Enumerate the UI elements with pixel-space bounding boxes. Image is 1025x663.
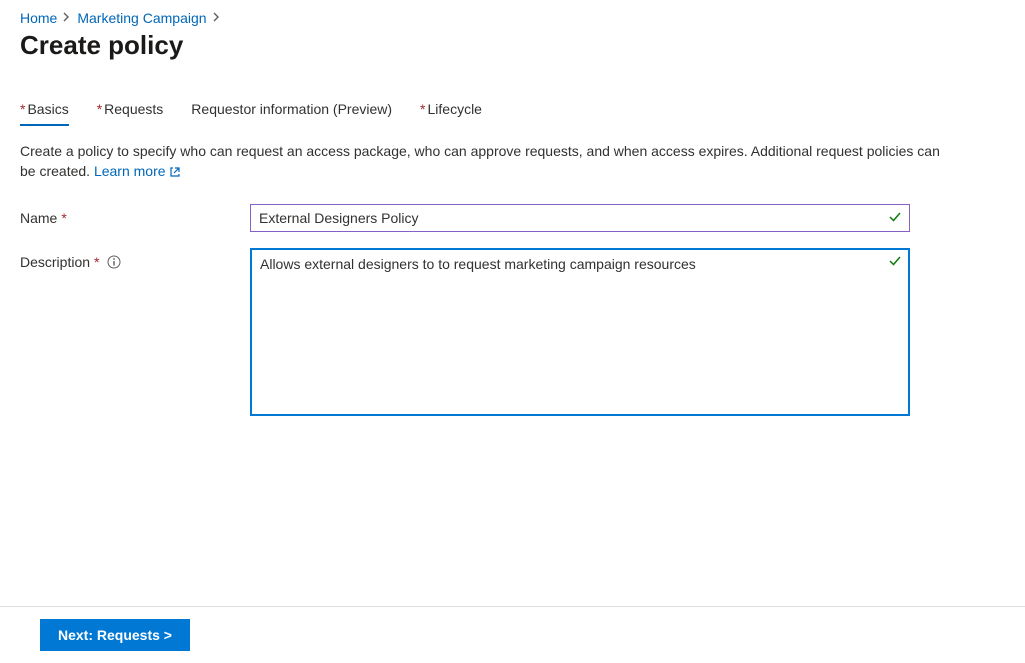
footer-bar: Next: Requests > — [0, 606, 1025, 663]
info-icon[interactable] — [107, 255, 121, 269]
tab-label: Requests — [104, 101, 163, 117]
chevron-right-icon — [213, 11, 221, 25]
tab-label: Lifecycle — [428, 101, 482, 117]
name-label: Name * — [20, 204, 250, 226]
tab-label: Basics — [27, 101, 68, 117]
learn-more-link[interactable]: Learn more — [94, 163, 181, 179]
breadcrumb-marketing-campaign[interactable]: Marketing Campaign — [77, 10, 206, 26]
form-row-description: Description * — [20, 248, 1005, 419]
required-star: * — [20, 101, 25, 117]
tab-label: Requestor information (Preview) — [191, 101, 392, 117]
required-star: * — [97, 101, 102, 117]
tabs: *Basics *Requests Requestor information … — [20, 101, 1005, 125]
breadcrumb: Home Marketing Campaign — [20, 10, 1005, 26]
tab-requests[interactable]: *Requests — [97, 101, 164, 125]
external-link-icon — [169, 163, 181, 183]
required-star: * — [420, 101, 425, 117]
breadcrumb-home[interactable]: Home — [20, 10, 57, 26]
name-input[interactable] — [250, 204, 910, 232]
required-star: * — [94, 254, 99, 270]
next-requests-button[interactable]: Next: Requests > — [40, 619, 190, 651]
tab-basics[interactable]: *Basics — [20, 101, 69, 125]
intro-text: Create a policy to specify who can reque… — [20, 141, 940, 184]
tab-lifecycle[interactable]: *Lifecycle — [420, 101, 482, 125]
description-textarea[interactable] — [250, 248, 910, 416]
chevron-right-icon — [63, 11, 71, 25]
description-label: Description * — [20, 248, 250, 270]
page-title: Create policy — [20, 30, 1005, 61]
required-star: * — [61, 210, 66, 226]
tab-requestor-info[interactable]: Requestor information (Preview) — [191, 101, 392, 125]
form-row-name: Name * — [20, 204, 1005, 232]
